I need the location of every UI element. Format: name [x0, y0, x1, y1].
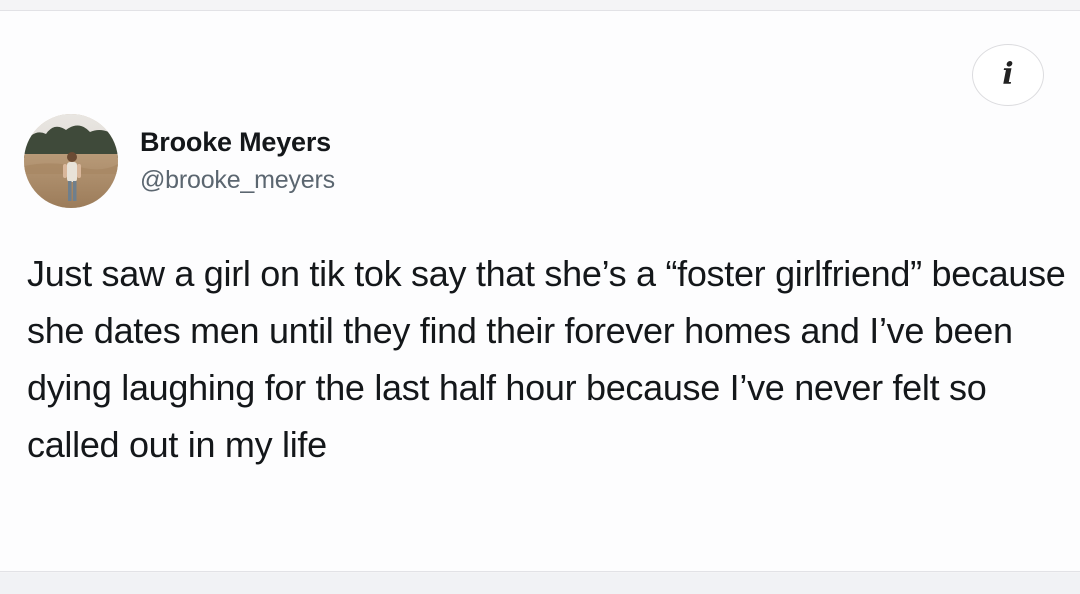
tweet-text: Just saw a girl on tik tok say that she’… — [27, 253, 1066, 465]
avatar-photo — [24, 114, 118, 208]
author-name[interactable]: Brooke Meyers — [140, 127, 331, 158]
info-button[interactable]: i — [972, 44, 1044, 106]
info-icon: i — [1002, 57, 1014, 92]
tweet-card: i Brooke Meyers @brooke_meyers Just saw … — [0, 10, 1080, 572]
avatar[interactable] — [24, 114, 118, 208]
author-handle[interactable]: @brooke_meyers — [140, 166, 335, 195]
bottom-strip — [0, 573, 1080, 594]
